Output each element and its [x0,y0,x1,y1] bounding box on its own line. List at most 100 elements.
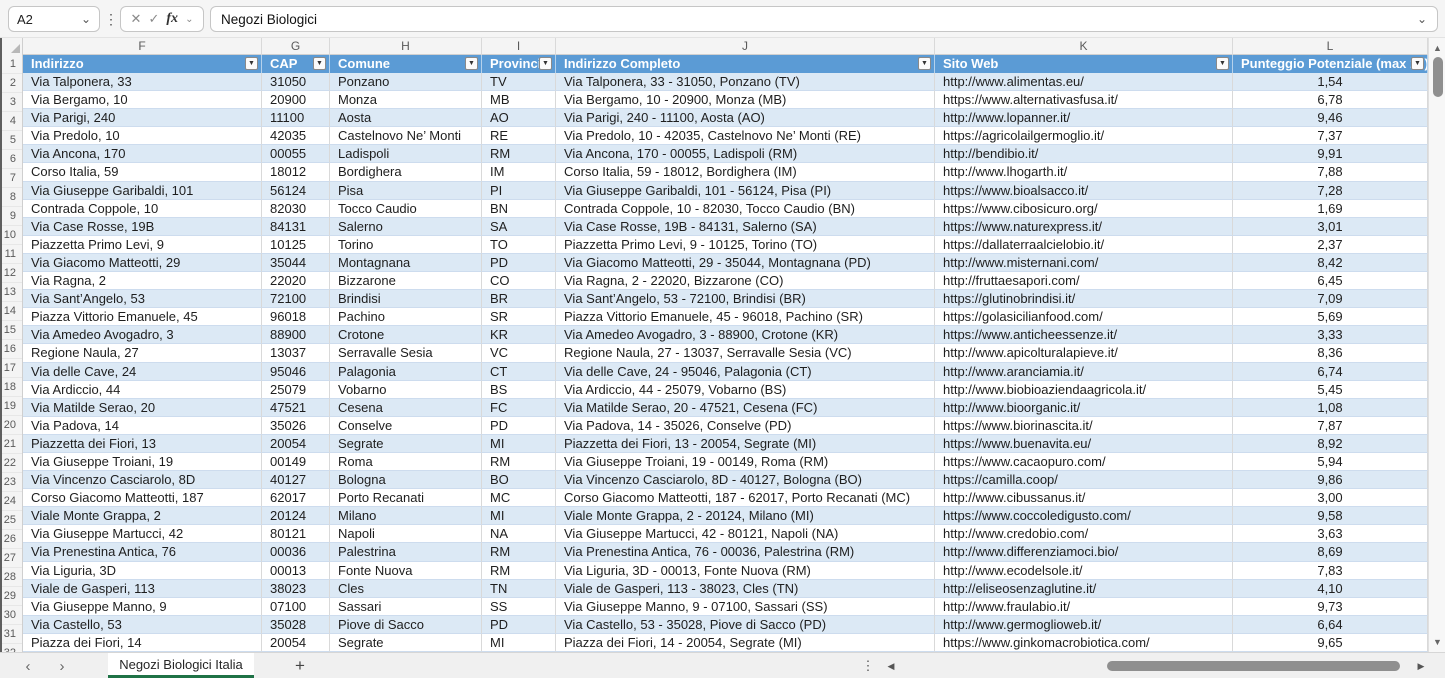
cell-F25[interactable]: Corso Giacomo Matteotti, 187 [23,489,262,508]
cell-F19[interactable]: Via Ardiccio, 44 [23,380,262,399]
cell-H20[interactable]: Cesena [330,398,482,417]
cell-J23[interactable]: Via Giuseppe Troiani, 19 - 00149, Roma (… [556,452,935,472]
cell-K32[interactable]: http://www.germoglioweb.it/ [935,615,1233,634]
cell-F8[interactable]: Via Giuseppe Garibaldi, 101 [23,181,262,200]
cell-I14[interactable]: BR [482,290,556,309]
cell-F3[interactable]: Via Bergamo, 10 [23,91,262,110]
cell-K18[interactable]: http://www.aranciamia.it/ [935,362,1233,381]
cell-I16[interactable]: KR [482,326,556,345]
cell-K11[interactable]: https://dallaterraalcielobio.it/ [935,235,1233,254]
cell-H4[interactable]: Aosta [330,109,482,128]
cell-J8[interactable]: Via Giuseppe Garibaldi, 101 - 56124, Pis… [556,181,935,200]
cell-I4[interactable]: AO [482,109,556,128]
cell-F32[interactable]: Via Castello, 53 [23,615,262,634]
cell-L25[interactable]: 3,00 [1233,489,1428,508]
cell-F15[interactable]: Piazza Vittorio Emanuele, 45 [23,308,262,327]
cell-L20[interactable]: 1,08 [1233,398,1428,417]
cell-L7[interactable]: 7,88 [1233,163,1428,182]
cell-G17[interactable]: 13037 [262,344,330,363]
cell-I10[interactable]: SA [482,217,556,236]
cancel-icon[interactable]: ✕ [131,11,142,27]
row-number-31[interactable]: 31 [0,625,22,644]
filter-button[interactable]: ▼ [918,57,931,70]
cell-G12[interactable]: 35044 [262,253,330,273]
cell-H27[interactable]: Napoli [330,525,482,544]
add-sheet-button[interactable]: + [286,653,314,678]
cell-J22[interactable]: Piazzetta dei Fiori, 13 - 20054, Segrate… [556,434,935,453]
row-number-12[interactable]: 12 [0,264,22,283]
cell-L33[interactable]: 9,65 [1233,633,1428,652]
cell-J27[interactable]: Via Giuseppe Martucci, 42 - 80121, Napol… [556,525,935,544]
cell-K7[interactable]: http://www.lhogarth.it/ [935,163,1233,182]
cell-I20[interactable]: FC [482,398,556,417]
cell-F22[interactable]: Piazzetta dei Fiori, 13 [23,434,262,453]
column-header-J[interactable]: J [556,38,935,55]
cell-F29[interactable]: Via Liguria, 3D [23,561,262,580]
cell-L9[interactable]: 1,69 [1233,199,1428,218]
cell-G15[interactable]: 96018 [262,308,330,327]
fx-chevron-down-icon[interactable]: ⌄ [185,14,193,25]
cell-H25[interactable]: Porto Recanati [330,489,482,508]
row-number-21[interactable]: 21 [0,435,22,454]
cell-H19[interactable]: Vobarno [330,380,482,399]
cell-I30[interactable]: TN [482,579,556,598]
cell-G4[interactable]: 11100 [262,109,330,128]
cell-J12[interactable]: Via Giacomo Matteotti, 29 - 35044, Monta… [556,253,935,273]
cell-L24[interactable]: 9,86 [1233,471,1428,490]
filter-button[interactable]: ▼ [245,57,258,70]
cell-H3[interactable]: Monza [330,91,482,110]
cell-G32[interactable]: 35028 [262,615,330,634]
cell-J19[interactable]: Via Ardiccio, 44 - 25079, Vobarno (BS) [556,380,935,399]
cell-K25[interactable]: http://www.cibussanus.it/ [935,489,1233,508]
cell-J9[interactable]: Contrada Coppole, 10 - 82030, Tocco Caud… [556,199,935,218]
cell-H22[interactable]: Segrate [330,434,482,453]
cell-J15[interactable]: Piazza Vittorio Emanuele, 45 - 96018, Pa… [556,308,935,327]
cell-I9[interactable]: BN [482,199,556,218]
cell-J3[interactable]: Via Bergamo, 10 - 20900, Monza (MB) [556,91,935,110]
cell-L3[interactable]: 6,78 [1233,91,1428,110]
row-number-17[interactable]: 17 [0,359,22,378]
cell-F7[interactable]: Corso Italia, 59 [23,163,262,182]
cell-H10[interactable]: Salerno [330,217,482,236]
scrollbar-kebab-icon[interactable]: ⋮ [860,653,876,678]
cell-G33[interactable]: 20054 [262,633,330,652]
cell-K16[interactable]: https://www.anticheessenze.it/ [935,326,1233,345]
filter-button[interactable]: ▼ [1411,57,1424,70]
cell-H30[interactable]: Cles [330,579,482,598]
cell-J4[interactable]: Via Parigi, 240 - 11100, Aosta (AO) [556,109,935,128]
cell-G13[interactable]: 22020 [262,272,330,291]
cell-G30[interactable]: 38023 [262,579,330,598]
cell-I11[interactable]: TO [482,235,556,254]
cell-J17[interactable]: Regione Naula, 27 - 13037, Serravalle Se… [556,344,935,363]
cell-K12[interactable]: http://www.misternani.com/ [935,253,1233,273]
cell-K31[interactable]: http://www.fraulabio.it/ [935,597,1233,616]
cell-I13[interactable]: CO [482,272,556,291]
cell-G24[interactable]: 40127 [262,471,330,490]
cell-I8[interactable]: PI [482,181,556,200]
name-box[interactable]: A2 ⌄ [8,6,100,32]
cell-L13[interactable]: 6,45 [1233,272,1428,291]
cell-F10[interactable]: Via Case Rosse, 19B [23,217,262,236]
cell-G27[interactable]: 80121 [262,525,330,544]
select-all-corner[interactable] [0,38,23,55]
cell-H17[interactable]: Serravalle Sesia [330,344,482,363]
cell-H6[interactable]: Ladispoli [330,145,482,164]
cell-H8[interactable]: Pisa [330,181,482,200]
cell-F20[interactable]: Via Matilde Serao, 20 [23,398,262,417]
cell-L27[interactable]: 3,63 [1233,525,1428,544]
cell-L22[interactable]: 8,92 [1233,434,1428,453]
cell-I25[interactable]: MC [482,489,556,508]
scroll-up-icon[interactable]: ▲ [1429,43,1445,53]
cell-H33[interactable]: Segrate [330,633,482,652]
row-number-13[interactable]: 13 [0,283,22,302]
cell-G31[interactable]: 07100 [262,597,330,616]
cell-H32[interactable]: Piove di Sacco [330,615,482,634]
cell-G20[interactable]: 47521 [262,398,330,417]
cell-K20[interactable]: http://www.bioorganic.it/ [935,398,1233,417]
cell-F4[interactable]: Via Parigi, 240 [23,109,262,128]
cell-G29[interactable]: 00013 [262,561,330,580]
vertical-scrollbar-thumb[interactable] [1432,57,1443,97]
row-number-7[interactable]: 7 [0,169,22,188]
cell-J29[interactable]: Via Liguria, 3D - 00013, Fonte Nuova (RM… [556,561,935,580]
cell-H28[interactable]: Palestrina [330,543,482,562]
